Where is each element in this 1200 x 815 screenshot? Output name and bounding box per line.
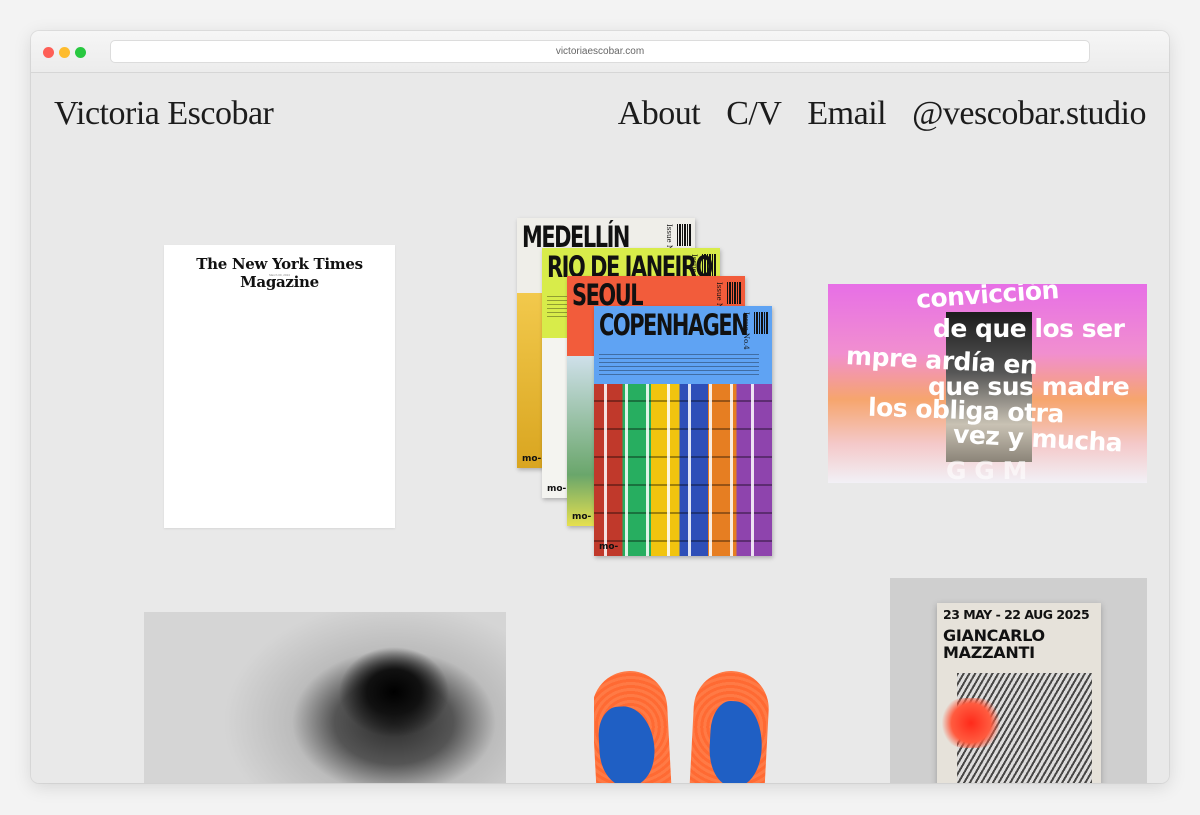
- poster-name-line2: MAZZANTI: [943, 643, 1035, 662]
- browser-window: victoriaescobar.com Victoria Escobar Abo…: [31, 31, 1169, 783]
- nav-email-link[interactable]: Email: [807, 95, 886, 133]
- work-tile-city-magazines[interactable]: MEDELLÍN Issue No.1 mo- RIO DE JANEIRO I…: [507, 218, 777, 556]
- page-content: Victoria Escobar About C/V Email @vescob…: [31, 73, 1169, 783]
- work-tile-shoe-soles[interactable]: [594, 671, 769, 783]
- work-tile-blurred-photo[interactable]: [144, 612, 506, 783]
- cover-title: COPENHAGEN: [599, 308, 749, 342]
- close-window-button[interactable]: [43, 47, 54, 58]
- typo-line: convicción: [915, 284, 1060, 314]
- cover-footer: mo-: [599, 542, 619, 552]
- site-title-link[interactable]: Victoria Escobar: [54, 95, 274, 133]
- cover-footer: mo-: [522, 454, 542, 464]
- nyt-date: March 00, 2024: [269, 273, 290, 277]
- sole-pattern: [707, 700, 765, 783]
- barcode-icon: [677, 224, 691, 246]
- work-tile-mazzanti-poster[interactable]: 23 MAY - 22 AUG 2025 GIANCARLO MAZZANTI: [890, 578, 1147, 783]
- nav-instagram-link[interactable]: @vescobar.studio: [912, 95, 1146, 133]
- right-sole-image: [688, 671, 769, 783]
- barcode-icon: [754, 312, 768, 334]
- poster-date: 23 MAY - 22 AUG 2025: [943, 607, 1090, 622]
- minimize-window-button[interactable]: [59, 47, 70, 58]
- cover-footer: mo-: [547, 484, 567, 494]
- address-bar[interactable]: victoriaescobar.com: [110, 40, 1090, 63]
- barcode-icon: [702, 254, 716, 276]
- magazine-cover-copenhagen: COPENHAGEN Issue No.4 mo-: [594, 306, 772, 556]
- nav-about-link[interactable]: About: [618, 95, 701, 133]
- poster-name: GIANCARLO MAZZANTI: [943, 627, 1045, 661]
- work-tile-nyt-magazine[interactable]: The New York Times Magazine March 00, 20…: [164, 245, 395, 528]
- cover-photo-windows: [594, 384, 772, 556]
- left-sole-image: [594, 671, 673, 783]
- poster-red-shape: [941, 698, 1001, 748]
- typo-line: de que los ser: [933, 314, 1125, 343]
- browser-chrome: victoriaescobar.com: [31, 31, 1169, 73]
- cover-footer: mo-: [572, 512, 592, 522]
- work-tile-typography[interactable]: convicción de que los ser mpre ardía en …: [828, 284, 1147, 483]
- cover-blurb: [599, 354, 759, 376]
- sole-pattern: [597, 704, 657, 783]
- typo-line: G G M: [946, 456, 1027, 483]
- main-nav: About C/V Email @vescobar.studio: [618, 95, 1147, 133]
- cover-photo: [567, 356, 597, 526]
- cover-issue: Issue No.4: [742, 312, 750, 350]
- zoom-window-button[interactable]: [75, 47, 86, 58]
- barcode-icon: [727, 282, 741, 304]
- nav-cv-link[interactable]: C/V: [726, 95, 782, 133]
- exhibition-poster: 23 MAY - 22 AUG 2025 GIANCARLO MAZZANTI: [937, 603, 1101, 783]
